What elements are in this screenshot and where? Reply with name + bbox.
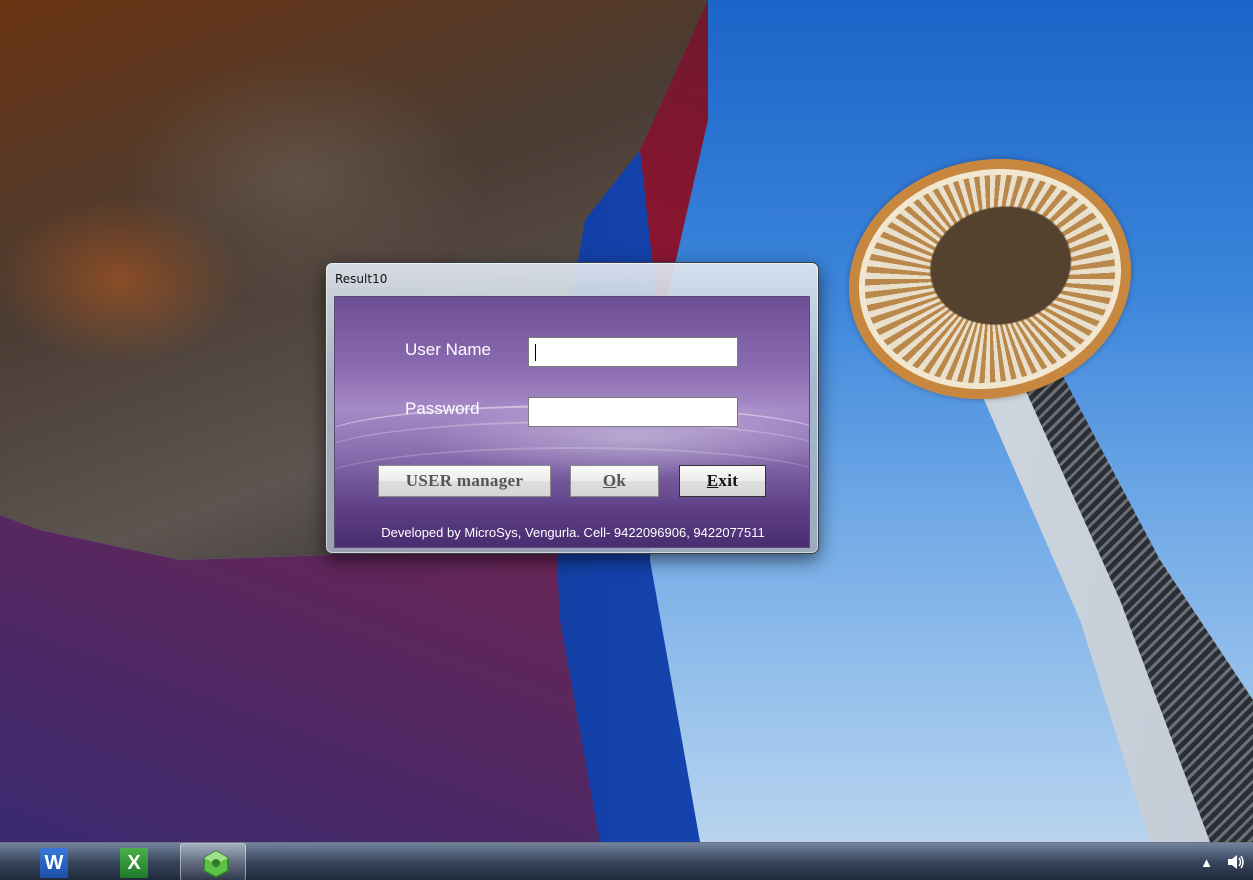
login-form-panel: User Name Password USER manager Ok Exit … <box>334 296 810 548</box>
ok-mnemonic: O <box>602 471 617 490</box>
user-manager-button[interactable]: USER manager <box>378 465 551 497</box>
username-label: User Name <box>405 340 491 359</box>
text-caret <box>535 344 536 361</box>
system-tray: ▲ <box>1200 851 1245 873</box>
ok-label-rest: k <box>616 471 627 490</box>
wallpaper-tower-saucer <box>826 133 1154 425</box>
excel-icon: X <box>120 848 148 878</box>
password-input[interactable] <box>528 397 738 427</box>
speaker-icon[interactable] <box>1227 854 1245 870</box>
developer-credit: Developed by MicroSys, Vengurla. Cell- 9… <box>381 525 765 540</box>
ok-button[interactable]: Ok <box>570 465 659 497</box>
exit-button[interactable]: Exit <box>679 465 766 497</box>
exit-label-rest: xit <box>718 471 739 490</box>
username-input[interactable] <box>528 337 738 367</box>
app-icon <box>203 850 229 878</box>
taskbar: W X ▲ <box>0 842 1253 880</box>
taskbar-item-word[interactable]: W <box>18 843 84 880</box>
word-icon: W <box>40 848 68 878</box>
taskbar-item-result10[interactable] <box>180 843 246 880</box>
password-label: Password <box>405 399 480 418</box>
up-arrow-icon[interactable]: ▲ <box>1200 855 1213 870</box>
taskbar-item-excel[interactable]: X <box>98 843 164 880</box>
login-dialog: Result10 User Name Password USER manager… <box>325 262 819 554</box>
dialog-title[interactable]: Result10 <box>335 272 387 286</box>
exit-mnemonic: E <box>706 471 719 490</box>
